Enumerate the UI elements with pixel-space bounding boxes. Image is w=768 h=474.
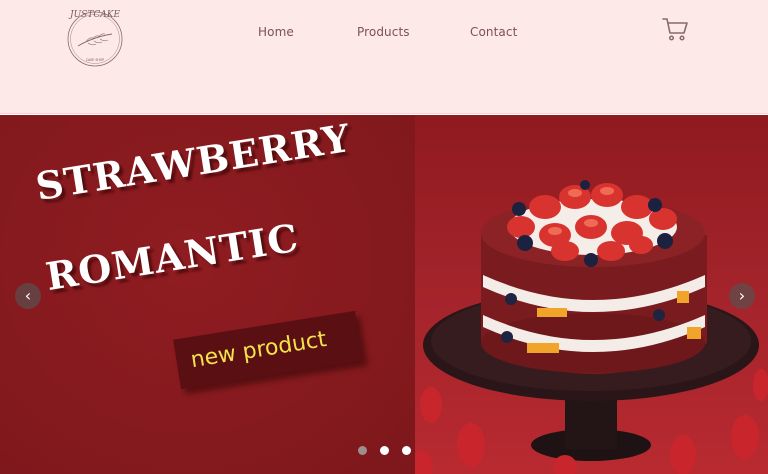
carousel-dot-3[interactable] bbox=[402, 446, 411, 455]
nav-contact-link[interactable]: Contact bbox=[470, 24, 517, 40]
nav-products-link[interactable]: Products bbox=[357, 24, 410, 40]
cart-button[interactable] bbox=[660, 14, 690, 44]
cake-illustration bbox=[415, 180, 768, 474]
carousel-dot-2[interactable] bbox=[380, 446, 389, 455]
carousel-next-button[interactable]: › bbox=[729, 283, 755, 309]
strawberry-cake-image bbox=[415, 115, 768, 474]
carousel-dot-1[interactable] bbox=[358, 446, 367, 455]
site-header: JUSTCAKE CAKE SHOP Home Products Contact bbox=[0, 0, 768, 114]
hero-carousel: STRAWBERRY ROMANTIC new product ‹ › bbox=[0, 115, 768, 474]
nav-home-link[interactable]: Home bbox=[258, 24, 294, 40]
headline-line-1: STRAWBERRY bbox=[32, 115, 354, 210]
carousel-prev-button[interactable]: ‹ bbox=[15, 283, 41, 309]
svg-text:JUSTCAKE: JUSTCAKE bbox=[68, 10, 120, 20]
svg-text:CAKE SHOP: CAKE SHOP bbox=[86, 58, 104, 62]
shopping-cart-icon bbox=[662, 18, 688, 41]
headline-line-2: ROMANTIC bbox=[42, 214, 302, 300]
hero-text-panel: STRAWBERRY ROMANTIC new product bbox=[0, 115, 415, 474]
carousel-indicators bbox=[358, 446, 418, 456]
cake-shop-logo[interactable]: JUSTCAKE CAKE SHOP bbox=[62, 4, 128, 70]
logo-emblem-icon: JUSTCAKE CAKE SHOP bbox=[67, 10, 123, 67]
